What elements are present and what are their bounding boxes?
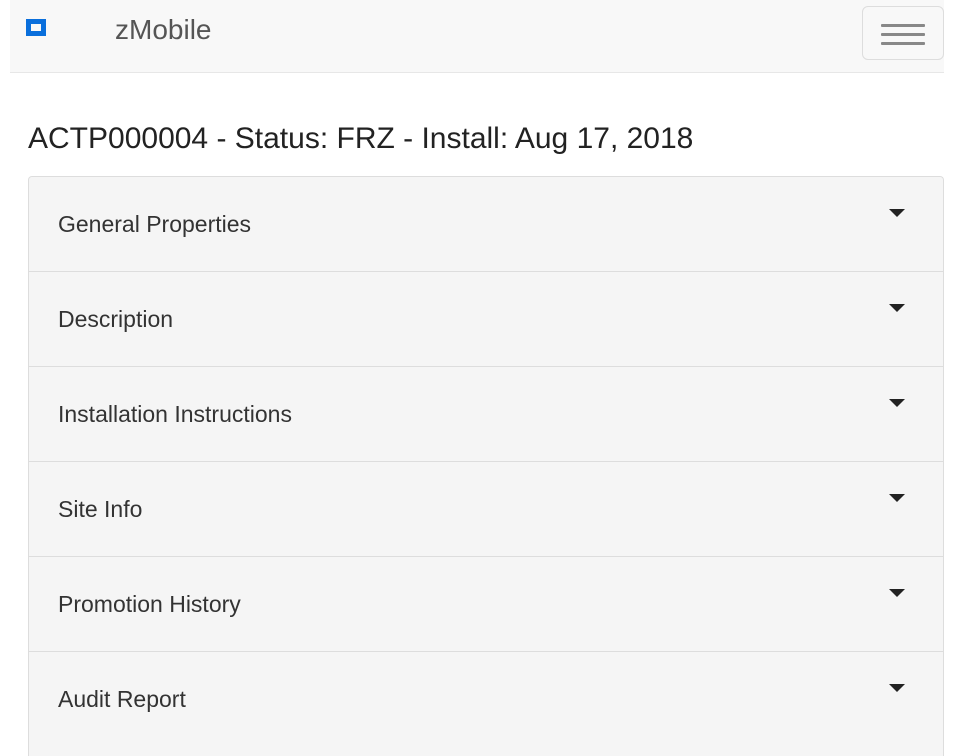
- page-title: ACTP000004 - Status: FRZ - Install: Aug …: [28, 122, 694, 155]
- hamburger-menu-icon: [881, 24, 925, 27]
- panel-label: Audit Report: [58, 686, 186, 712]
- caret-down-icon: [889, 589, 905, 597]
- panel-label: Promotion History: [58, 591, 241, 617]
- hamburger-menu-button[interactable]: [862, 6, 944, 60]
- panel-label: Description: [58, 306, 174, 332]
- navbar: zMobile: [10, 0, 944, 73]
- hamburger-menu-icon-bar: [881, 42, 925, 45]
- caret-down-icon: [889, 304, 905, 312]
- brand-name[interactable]: zMobile: [115, 16, 211, 44]
- square-logo-icon[interactable]: [26, 19, 46, 36]
- panel-label: Site Info: [58, 496, 143, 522]
- hamburger-menu-icon-bar: [881, 33, 925, 36]
- caret-down-icon: [889, 494, 905, 502]
- caret-down-icon: [889, 209, 905, 217]
- panel-audit-report[interactable]: Audit Report: [29, 652, 943, 747]
- accordion: General Properties Description Installat…: [28, 176, 944, 756]
- panel-promotion-history[interactable]: Promotion History: [29, 557, 943, 652]
- panel-site-info[interactable]: Site Info: [29, 462, 943, 557]
- panel-description[interactable]: Description: [29, 272, 943, 367]
- caret-down-icon: [889, 684, 905, 692]
- panel-label: General Properties: [58, 211, 252, 237]
- panel-installation-instructions[interactable]: Installation Instructions: [29, 367, 943, 462]
- caret-down-icon: [889, 399, 905, 407]
- panel-label: Installation Instructions: [58, 401, 292, 427]
- panel-general-properties[interactable]: General Properties: [29, 177, 943, 272]
